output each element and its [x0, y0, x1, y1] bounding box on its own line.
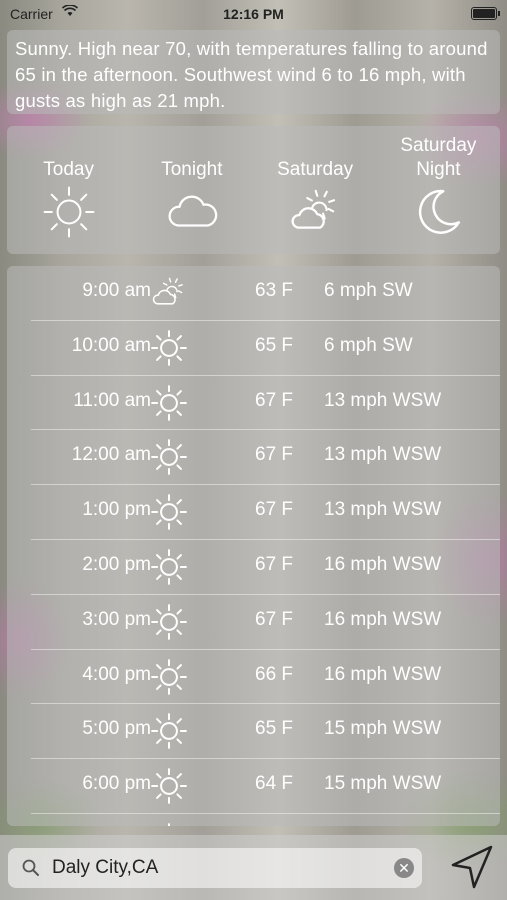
sun-icon	[151, 603, 187, 646]
forecast-day[interactable]: Saturday	[254, 126, 377, 254]
search-field[interactable]: ✕	[8, 848, 422, 888]
location-input[interactable]	[52, 854, 382, 882]
moon-icon	[377, 186, 500, 238]
sun-icon	[151, 768, 187, 810]
hour-temperature: 67 F	[255, 499, 294, 521]
battery-icon	[471, 7, 500, 20]
sun-icon	[151, 823, 187, 826]
hour-wind: 15 mph WSW	[324, 718, 442, 740]
table-row: 6:00 pm 64 F 15 mph WSW	[31, 759, 500, 814]
status-time: 12:16 PM	[223, 6, 284, 22]
table-row: 3:00 pm 67 F 16 mph WSW	[31, 595, 500, 650]
table-row: 10:00 am 65 F 6 mph SW	[31, 321, 500, 376]
forecast-day-label: Today	[43, 159, 94, 180]
sun-icon	[151, 384, 187, 427]
hour-time: 12:00 am	[71, 444, 151, 466]
table-row: 1:00 pm 67 F 13 mph WSW	[31, 485, 500, 540]
sun-icon	[151, 494, 187, 536]
partly-cloudy-icon	[151, 275, 187, 317]
sun-icon	[151, 713, 187, 755]
table-row: 12:00 am 67 F 13 mph WSW	[31, 430, 500, 486]
forecast-day-label: Tonight	[161, 159, 223, 180]
hour-temperature: 66 F	[255, 663, 294, 685]
sun-icon	[151, 549, 187, 591]
search-icon	[22, 859, 40, 882]
hour-temperature: 67 F	[255, 608, 294, 630]
partly-cloudy-icon	[254, 186, 377, 238]
hour-wind: 6 mph SW	[324, 334, 413, 356]
hour-wind: 16 mph WSW	[324, 663, 442, 685]
hour-wind: 6 mph SW	[324, 280, 413, 301]
location-arrow-icon[interactable]	[447, 841, 497, 898]
hourly-table[interactable]: 9:00 am 63 F 6 mph SW 10:00 am 65 F 6 mph…	[7, 266, 500, 826]
forecast-day-label: Saturday	[277, 159, 354, 180]
hour-time: 3:00 pm	[82, 608, 151, 630]
hour-wind: 13 mph WSW	[324, 444, 442, 466]
table-row: 11:00 am 67 F 13 mph WSW	[31, 376, 500, 431]
hour-wind: 13 mph WSW	[324, 389, 442, 411]
hour-time: 4:00 pm	[82, 663, 151, 685]
hour-time: 6:00 pm	[82, 773, 151, 795]
sun-icon	[151, 439, 187, 481]
forecast-day[interactable]: Tonight	[130, 126, 253, 254]
status-bar: Carrier 12:16 PM	[0, 0, 507, 28]
hour-wind: 16 mph WSW	[324, 553, 442, 575]
cloud-icon	[130, 186, 253, 238]
hour-time: 9:00 am	[82, 280, 151, 301]
hour-temperature: 64 F	[255, 773, 294, 795]
hour-time: 11:00 am	[73, 389, 151, 411]
search-bar: ✕	[0, 835, 507, 900]
hour-time: 5:00 pm	[82, 718, 151, 740]
hour-time: 2:00 pm	[82, 553, 151, 575]
table-row: 2:00 pm 67 F 16 mph WSW	[31, 540, 500, 595]
hour-wind: 13 mph WSW	[324, 499, 442, 521]
hour-temperature: 63 F	[255, 280, 294, 301]
clear-icon[interactable]: ✕	[394, 858, 414, 878]
forecast-summary: Sunny. High near 70, with temperatures f…	[7, 30, 500, 114]
hour-time: 1:00 pm	[82, 499, 151, 521]
forecast-day[interactable]: Saturday Night	[377, 126, 500, 254]
hour-temperature: 65 F	[255, 334, 294, 356]
hour-temperature: 67 F	[255, 553, 294, 575]
hour-wind: 16 mph WSW	[324, 608, 442, 630]
table-row: 7:00 pm 63 F 15 mph WSW	[31, 814, 500, 826]
hour-time: 10:00 am	[71, 334, 151, 356]
table-row: 5:00 pm 65 F 15 mph WSW	[31, 704, 500, 760]
hour-temperature: 67 F	[255, 444, 294, 466]
hour-wind: 15 mph WSW	[324, 773, 442, 795]
table-row: 4:00 pm 66 F 16 mph WSW	[31, 650, 500, 705]
hour-temperature: 67 F	[255, 389, 294, 411]
forecast-day-label: Saturday Night	[400, 135, 477, 180]
sun-icon	[151, 329, 187, 372]
hour-temperature: 65 F	[255, 718, 294, 740]
forecast-day[interactable]: Today	[7, 126, 130, 254]
sun-icon	[7, 186, 130, 238]
table-row: 9:00 am 63 F 6 mph SW	[31, 266, 500, 321]
sun-icon	[151, 658, 187, 701]
forecast-strip: Today Tonight Saturday Saturday Night	[7, 126, 500, 254]
